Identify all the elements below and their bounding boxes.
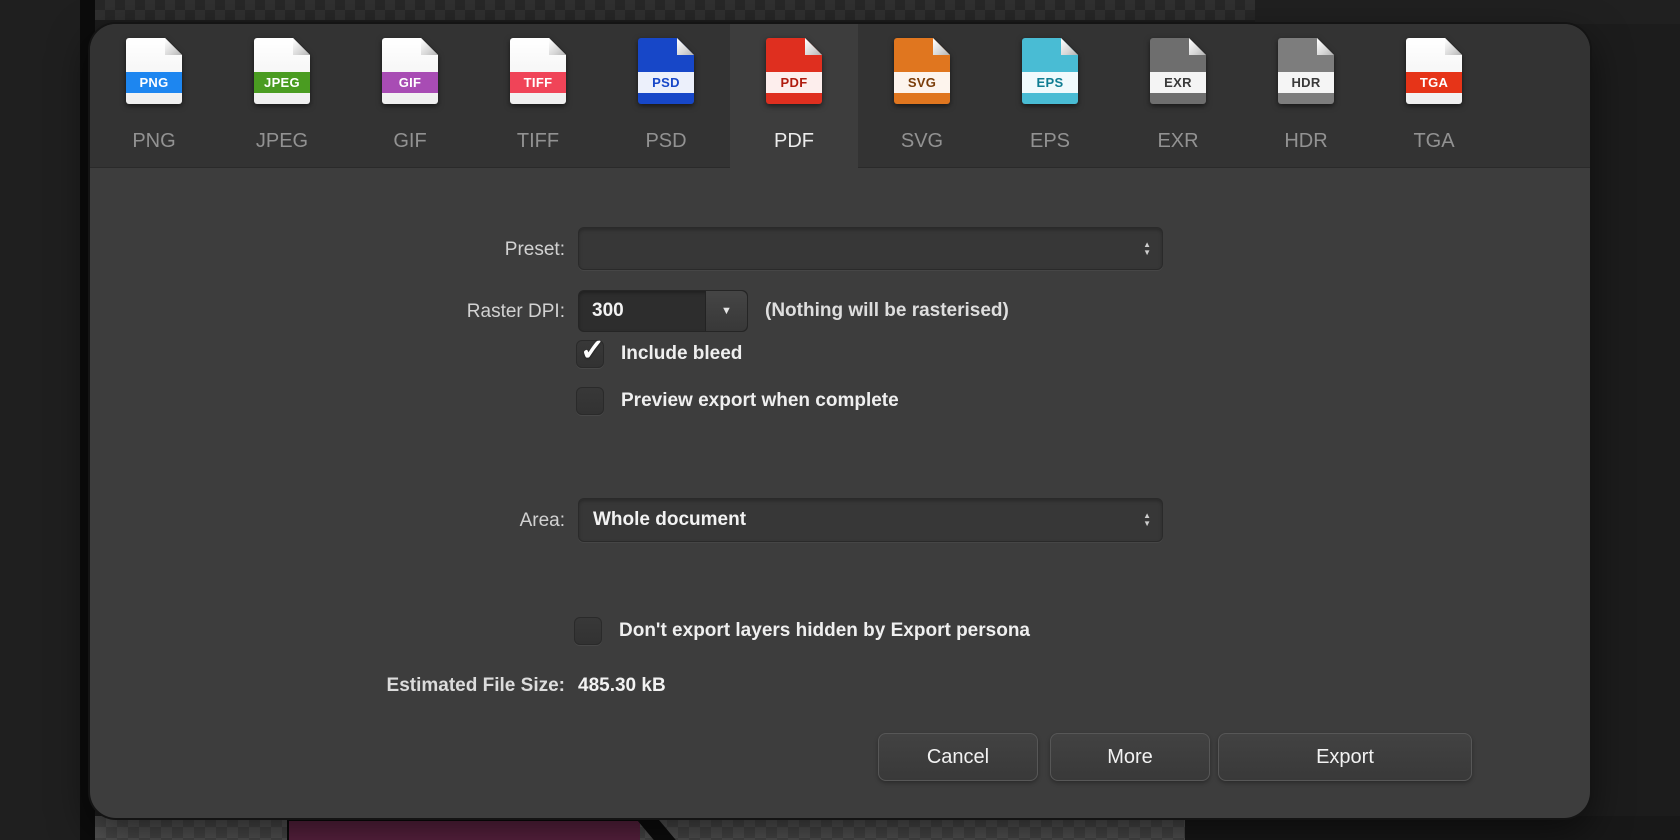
canvas-transparency-checker-top (95, 0, 1255, 20)
file-type-icon: HDR (1278, 38, 1334, 104)
canvas-artwork (287, 819, 640, 840)
persona-label: Don't export layers hidden by Export per… (619, 620, 1030, 642)
folded-corner-icon (1189, 38, 1206, 55)
file-type-icon: SVG (894, 38, 950, 104)
include-bleed-row: ✓ Include bleed (576, 340, 742, 368)
background-bottom-right (1185, 816, 1680, 840)
up-down-stepper-icon: ▲▼ (1143, 513, 1151, 527)
include-bleed-label: Include bleed (621, 343, 742, 365)
folded-corner-icon (1445, 38, 1462, 55)
area-dropdown[interactable]: Whole document ▲▼ (578, 498, 1163, 542)
file-badge: EPS (1022, 72, 1078, 93)
tab-svg[interactable]: SVG SVG (858, 24, 986, 169)
folded-corner-icon (805, 38, 822, 55)
include-bleed-checkbox[interactable]: ✓ (576, 340, 604, 368)
file-badge: SVG (894, 72, 950, 93)
persona-row: ✓ Don't export layers hidden by Export p… (574, 617, 1030, 645)
tab-label: EPS (986, 130, 1114, 153)
tab-tga[interactable]: TGA TGA (1370, 24, 1498, 169)
format-tabs: PNG PNG JPEG JPEG GIF GIF TIFF TIFF PSD … (90, 24, 1590, 168)
tab-label: TGA (1370, 130, 1498, 153)
preview-export-label: Preview export when complete (621, 390, 899, 412)
file-badge: PDF (766, 72, 822, 93)
tab-label: EXR (1114, 130, 1242, 153)
estimated-size-value: 485.30 kB (578, 675, 666, 697)
preset-label: Preset: (250, 239, 565, 261)
tab-label: PDF (730, 130, 858, 153)
tab-eps[interactable]: EPS EPS (986, 24, 1114, 169)
tab-label: GIF (346, 130, 474, 153)
background-left-panel (0, 0, 80, 840)
file-type-icon: TGA (1406, 38, 1462, 104)
raster-dpi-dropdown-button[interactable]: ▼ (705, 291, 747, 331)
file-type-icon: GIF (382, 38, 438, 104)
file-badge: JPEG (254, 72, 310, 93)
folded-corner-icon (677, 38, 694, 55)
tab-tiff[interactable]: TIFF TIFF (474, 24, 602, 169)
folded-corner-icon (165, 38, 182, 55)
area-value: Whole document (593, 509, 746, 531)
raster-dpi-label: Raster DPI: (250, 301, 565, 323)
folded-corner-icon (1317, 38, 1334, 55)
file-type-icon: PDF (766, 38, 822, 104)
folded-corner-icon (1061, 38, 1078, 55)
tab-label: PSD (602, 130, 730, 153)
tab-gif[interactable]: GIF GIF (346, 24, 474, 169)
export-button[interactable]: Export (1218, 733, 1472, 781)
file-type-icon: JPEG (254, 38, 310, 104)
file-type-icon: TIFF (510, 38, 566, 104)
down-triangle-icon: ▼ (721, 305, 732, 317)
export-dialog: PNG PNG JPEG JPEG GIF GIF TIFF TIFF PSD … (90, 24, 1590, 818)
tab-pdf[interactable]: PDF PDF (730, 24, 858, 169)
file-type-icon: PNG (126, 38, 182, 104)
folded-corner-icon (933, 38, 950, 55)
preview-export-checkbox[interactable]: ✓ (576, 387, 604, 415)
folded-corner-icon (421, 38, 438, 55)
more-button[interactable]: More (1050, 733, 1210, 781)
tab-exr[interactable]: EXR EXR (1114, 24, 1242, 169)
tab-label: PNG (90, 130, 218, 153)
tab-label: SVG (858, 130, 986, 153)
preset-dropdown[interactable]: ▲▼ (578, 227, 1163, 270)
persona-checkbox[interactable]: ✓ (574, 617, 602, 645)
file-badge: GIF (382, 72, 438, 93)
tab-psd[interactable]: PSD PSD (602, 24, 730, 169)
cancel-button[interactable]: Cancel (878, 733, 1038, 781)
tab-label: TIFF (474, 130, 602, 153)
file-badge: TGA (1406, 72, 1462, 93)
file-badge: PNG (126, 72, 182, 93)
raster-dpi-value: 300 (579, 300, 705, 322)
background-top-right (1255, 0, 1680, 24)
file-type-icon: PSD (638, 38, 694, 104)
tab-hdr[interactable]: HDR HDR (1242, 24, 1370, 169)
preview-export-row: ✓ Preview export when complete (576, 387, 899, 415)
file-badge: TIFF (510, 72, 566, 93)
file-badge: PSD (638, 72, 694, 93)
raster-dpi-combobox[interactable]: 300 ▼ (578, 290, 748, 332)
estimated-size-label: Estimated File Size: (250, 675, 565, 697)
file-type-icon: EXR (1150, 38, 1206, 104)
tab-png[interactable]: PNG PNG (90, 24, 218, 169)
file-badge: HDR (1278, 72, 1334, 93)
affinity-export-screen: PNG PNG JPEG JPEG GIF GIF TIFF TIFF PSD … (0, 0, 1680, 840)
file-badge: EXR (1150, 72, 1206, 93)
tab-jpeg[interactable]: JPEG JPEG (218, 24, 346, 169)
folded-corner-icon (549, 38, 566, 55)
tab-label: JPEG (218, 130, 346, 153)
folded-corner-icon (293, 38, 310, 55)
area-label: Area: (250, 510, 565, 532)
tab-label: HDR (1242, 130, 1370, 153)
raster-note: (Nothing will be rasterised) (765, 290, 1009, 332)
file-type-icon: EPS (1022, 38, 1078, 104)
up-down-stepper-icon: ▲▼ (1143, 242, 1151, 256)
checkmark-icon: ✓ (580, 333, 605, 368)
